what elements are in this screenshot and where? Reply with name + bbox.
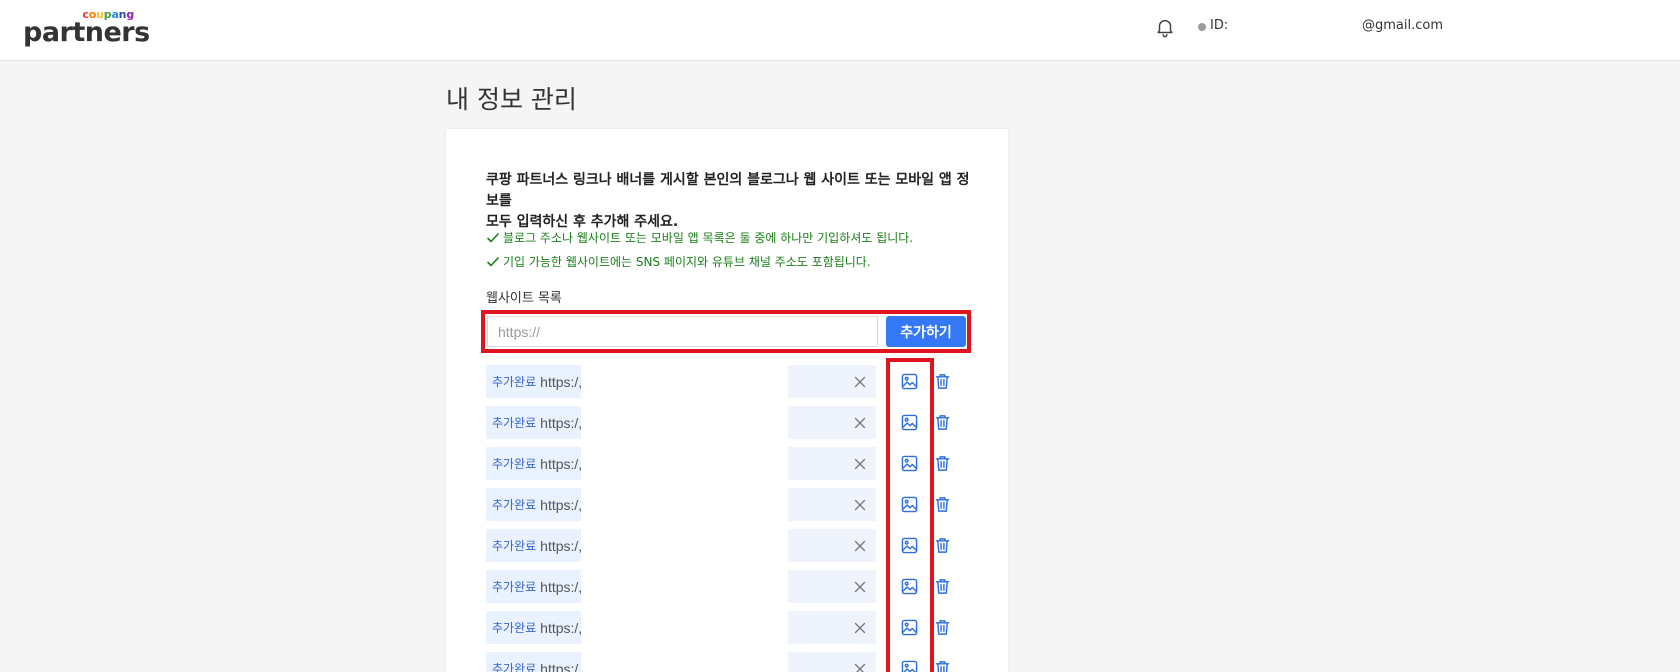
close-icon[interactable] bbox=[854, 376, 866, 388]
bell-icon[interactable] bbox=[1154, 16, 1176, 38]
site-entry: 추가완료 https:/, bbox=[486, 488, 581, 521]
site-status: 추가완료 bbox=[492, 375, 537, 389]
page-title: 내 정보 관리 bbox=[446, 85, 577, 114]
website-list-label: 웹사이트 목록 bbox=[486, 291, 562, 306]
trash-icon[interactable] bbox=[934, 619, 951, 636]
site-url: https:/, bbox=[540, 619, 581, 636]
user-id-label: ID: bbox=[1210, 18, 1229, 33]
site-entry: 추가완료 https:/, bbox=[486, 529, 581, 562]
intro-line-1: 쿠팡 파트너스 링크나 배너를 게시할 본인의 블로그나 웹 사이트 또는 모바… bbox=[486, 172, 970, 209]
site-name-field bbox=[581, 652, 774, 672]
site-url: https:/, bbox=[540, 578, 581, 595]
check-icon bbox=[487, 232, 499, 243]
site-name-field bbox=[581, 488, 774, 521]
trash-icon[interactable] bbox=[934, 496, 951, 513]
trash-icon[interactable] bbox=[934, 537, 951, 554]
close-icon[interactable] bbox=[854, 417, 866, 429]
site-entry: 추가완료 https:/, bbox=[486, 447, 581, 480]
close-icon[interactable] bbox=[854, 622, 866, 634]
site-url: https:/, bbox=[540, 660, 581, 672]
clear-field bbox=[788, 447, 876, 480]
note-one: 블로그 주소나 웹사이트 또는 모바일 앱 목록은 둘 중에 하나만 기입하셔도… bbox=[486, 229, 913, 246]
close-icon[interactable] bbox=[854, 499, 866, 511]
close-icon[interactable] bbox=[854, 540, 866, 552]
site-name-field bbox=[581, 570, 774, 603]
note-two-text: 기입 가능한 웹사이트에는 SNS 페이지와 유튜브 채널 주소도 포함됩니다. bbox=[503, 255, 871, 269]
site-name-field bbox=[581, 365, 774, 398]
site-name-field bbox=[581, 611, 774, 644]
site-status: 추가완료 bbox=[492, 621, 537, 635]
clear-field bbox=[788, 488, 876, 521]
clear-field bbox=[788, 406, 876, 439]
site-entry: 추가완료 https:/, bbox=[486, 406, 581, 439]
trash-icon[interactable] bbox=[934, 373, 951, 390]
clear-field bbox=[788, 652, 876, 672]
site-entry: 추가완료 https:/, bbox=[486, 652, 581, 672]
site-status: 추가완료 bbox=[492, 498, 537, 512]
trash-icon[interactable] bbox=[934, 455, 951, 472]
site-url: https:/, bbox=[540, 414, 581, 431]
site-entry: 추가완료 https:/, bbox=[486, 365, 581, 398]
note-two: 기입 가능한 웹사이트에는 SNS 페이지와 유튜브 채널 주소도 포함됩니다. bbox=[486, 253, 871, 270]
clear-field bbox=[788, 365, 876, 398]
user-email[interactable]: @gmail.com bbox=[1362, 18, 1443, 33]
trash-icon[interactable] bbox=[934, 660, 951, 672]
site-name-field bbox=[581, 406, 774, 439]
highlight-box-image-icons bbox=[886, 358, 934, 672]
close-icon[interactable] bbox=[854, 458, 866, 470]
site-status: 추가완료 bbox=[492, 539, 537, 553]
clear-field bbox=[788, 570, 876, 603]
site-status: 추가완료 bbox=[492, 580, 537, 594]
coupang-partners-logo[interactable]: coupang partners bbox=[23, 6, 150, 48]
add-website-button[interactable]: 추가하기 bbox=[886, 316, 966, 347]
site-url: https:/, bbox=[540, 455, 581, 472]
site-name-field bbox=[581, 529, 774, 562]
close-icon[interactable] bbox=[854, 663, 866, 672]
site-name-field bbox=[581, 447, 774, 480]
login-status-dot bbox=[1198, 23, 1206, 31]
site-entry: 추가완료 https:/, bbox=[486, 611, 581, 644]
site-url: https:/, bbox=[540, 537, 581, 554]
note-one-text: 블로그 주소나 웹사이트 또는 모바일 앱 목록은 둘 중에 하나만 기입하셔도… bbox=[503, 231, 914, 245]
logo-title: partners bbox=[23, 17, 150, 48]
top-header: coupang partners ID: @gmail.com bbox=[0, 0, 1680, 61]
website-url-input[interactable] bbox=[487, 316, 878, 347]
trash-icon[interactable] bbox=[934, 578, 951, 595]
site-url: https:/, bbox=[540, 496, 581, 513]
form-intro: 쿠팡 파트너스 링크나 배너를 게시할 본인의 블로그나 웹 사이트 또는 모바… bbox=[486, 170, 976, 233]
site-entry: 추가완료 https:/, bbox=[486, 570, 581, 603]
clear-field bbox=[788, 529, 876, 562]
site-url: https:/, bbox=[540, 373, 581, 390]
site-status: 추가완료 bbox=[492, 662, 537, 672]
check-icon bbox=[487, 256, 499, 267]
close-icon[interactable] bbox=[854, 581, 866, 593]
site-status: 추가완료 bbox=[492, 457, 537, 471]
site-status: 추가완료 bbox=[492, 416, 537, 430]
clear-field bbox=[788, 611, 876, 644]
trash-icon[interactable] bbox=[934, 414, 951, 431]
